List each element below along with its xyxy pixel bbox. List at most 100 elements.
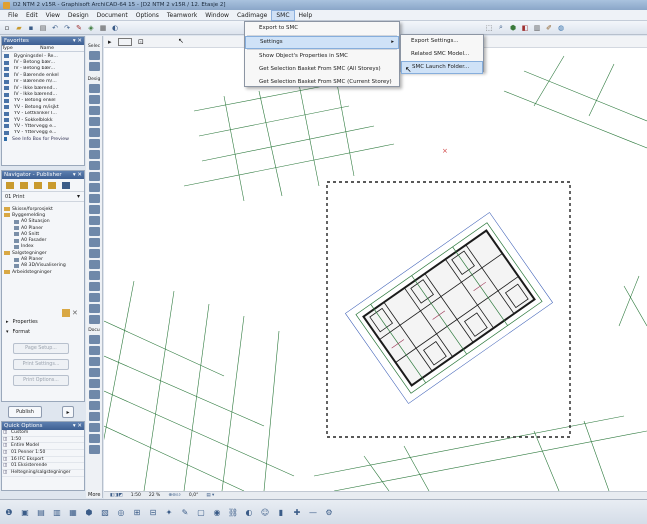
floor-plan-canvas[interactable]: ▸ ⊡ ↖ × xyxy=(104,36,647,491)
layer-combo-icon[interactable]: ▤ ▾ xyxy=(206,492,214,499)
worksheet-view-icon[interactable]: ▦ xyxy=(67,506,79,518)
quick-option-row[interactable]: ◫ Heltegning/salgstegninger xyxy=(2,470,84,477)
text-tool-icon[interactable] xyxy=(88,357,100,366)
navigation-buttons-icon[interactable]: ◧◨◩ xyxy=(110,492,123,499)
project-map-icon[interactable] xyxy=(6,182,14,189)
section-icon[interactable]: ◧ xyxy=(520,23,530,33)
new-folder-icon[interactable] xyxy=(62,309,70,317)
marquee-icon[interactable]: ⬚ xyxy=(484,23,494,33)
menu-item-export-settings[interactable]: Export Settings... xyxy=(401,35,483,48)
marquee-tool-icon[interactable] xyxy=(88,62,100,71)
publish-button[interactable]: Publish xyxy=(8,406,42,418)
interior-elevation-tool-icon[interactable] xyxy=(88,304,100,313)
plus-icon[interactable]: ✚ xyxy=(291,506,303,518)
chevron-down-icon[interactable]: ▾ xyxy=(77,193,84,200)
beam-tool-icon[interactable] xyxy=(88,106,100,115)
hotlink-icon[interactable]: ⛓ xyxy=(227,506,239,518)
mesh-tool-icon[interactable] xyxy=(88,238,100,247)
elevation-view-icon[interactable]: ▥ xyxy=(51,506,63,518)
menu-item-get-basket-current[interactable]: Get Selection Basket From SMC (Current S… xyxy=(245,76,399,89)
zone-tool-icon[interactable] xyxy=(88,150,100,159)
trace-icon[interactable]: ◎ xyxy=(115,506,127,518)
info-icon[interactable]: ❶ xyxy=(3,506,15,518)
menu-item-related-smc-model[interactable]: Related SMC Model... xyxy=(401,48,483,61)
favorites-col-type[interactable]: Type xyxy=(2,45,13,51)
pen-icon[interactable]: ✎ xyxy=(179,506,191,518)
zoom-icon[interactable]: ⌕ xyxy=(496,23,506,33)
view-map-icon[interactable] xyxy=(20,182,28,189)
eye-icon[interactable]: ◉ xyxy=(211,506,223,518)
layout-book-icon[interactable] xyxy=(34,182,42,189)
arc-tool-icon[interactable] xyxy=(88,401,100,410)
level-dimension-tool-icon[interactable] xyxy=(88,346,100,355)
publisher-set-select[interactable]: 01 Print ▾ xyxy=(2,192,84,202)
minus-icon[interactable]: — xyxy=(307,506,319,518)
renovation-filter-icon[interactable]: ◐ xyxy=(243,506,255,518)
polyline-tool-icon[interactable] xyxy=(88,412,100,421)
settings-gear-icon[interactable]: ⚙ xyxy=(323,506,335,518)
pen-icon[interactable]: ✎ xyxy=(74,23,84,33)
brush-icon[interactable]: ✐ xyxy=(544,23,554,33)
elevation-tool-icon[interactable] xyxy=(88,293,100,302)
menu-view[interactable]: View xyxy=(42,10,64,21)
favorites-header[interactable]: Favorites ▾ ✕ xyxy=(2,37,84,45)
slab-tool-icon[interactable] xyxy=(88,161,100,170)
arrow-tool-icon[interactable] xyxy=(88,51,100,60)
lamp-tool-icon[interactable] xyxy=(88,249,100,258)
menu-cadimage[interactable]: Cadimage xyxy=(233,10,271,21)
hotspot-tool-icon[interactable] xyxy=(88,445,100,454)
zoom-display[interactable]: 22 % xyxy=(149,492,160,499)
object-tool-icon[interactable] xyxy=(88,139,100,148)
zoom-buttons-icon[interactable]: ⊕⊖⌕⌕ xyxy=(168,492,181,499)
column-tool-icon[interactable] xyxy=(88,95,100,104)
window-tool-icon[interactable] xyxy=(88,117,100,126)
quick-option-row[interactable]: ◫ Custom xyxy=(2,430,84,437)
line-tool-icon[interactable] xyxy=(88,390,100,399)
suspend-groups-icon[interactable]: ⊟ xyxy=(147,506,159,518)
format-toggle[interactable]: ▾ Format xyxy=(2,327,80,337)
tree-item[interactable]: Arbeidstegninger xyxy=(4,269,82,275)
favorites-col-name[interactable]: Name xyxy=(40,45,54,51)
menu-item-show-properties[interactable]: Show Object's Properties in SMC xyxy=(245,50,399,63)
print-icon[interactable]: ▤ xyxy=(38,23,48,33)
view-3d-icon[interactable]: ⬢ xyxy=(508,23,518,33)
publisher-icon[interactable] xyxy=(48,182,56,189)
group-icon[interactable]: ⊞ xyxy=(131,506,143,518)
print-options-button[interactable]: Print Options... xyxy=(13,375,69,386)
magic-wand-icon[interactable]: ✦ xyxy=(163,506,175,518)
figure-tool-icon[interactable] xyxy=(88,434,100,443)
bar-chart-icon[interactable]: ▮ xyxy=(275,506,287,518)
section-tool-icon[interactable] xyxy=(88,282,100,291)
skylight-tool-icon[interactable] xyxy=(88,205,100,214)
box-select-icon[interactable] xyxy=(118,38,132,46)
arrow-select-icon[interactable]: ▸ xyxy=(108,38,112,46)
layer-icon[interactable]: ◈ xyxy=(86,23,96,33)
open-folder-icon[interactable]: ▰ xyxy=(14,23,24,33)
roof-tool-icon[interactable] xyxy=(88,183,100,192)
lock-icon[interactable]: ▢ xyxy=(195,506,207,518)
dimension-tool-icon[interactable] xyxy=(88,335,100,344)
render-icon[interactable]: ◐ xyxy=(110,23,120,33)
menu-window[interactable]: Window xyxy=(201,10,233,21)
wall-tool-icon[interactable] xyxy=(88,84,100,93)
curtain-wall-tool-icon[interactable] xyxy=(88,216,100,225)
quick-options-header[interactable]: Quick Options ▾ ✕ xyxy=(2,422,84,430)
menu-options[interactable]: Options xyxy=(132,10,163,21)
grid-icon[interactable]: ▦ xyxy=(98,23,108,33)
favorites-footer[interactable]: See Info Box for Preview xyxy=(4,136,82,142)
label-tool-icon[interactable] xyxy=(88,368,100,377)
print-settings-button[interactable]: Print Settings... xyxy=(13,359,69,370)
fill-tool-icon[interactable] xyxy=(88,379,100,388)
snap-icon[interactable]: ⊡ xyxy=(138,38,144,46)
organizer-icon[interactable] xyxy=(62,182,70,189)
cursor-icon[interactable]: ↖ xyxy=(178,37,184,45)
menu-item-smc-launch-folder[interactable]: SMC Launch Folder... xyxy=(401,61,483,74)
save-icon[interactable]: ▪ xyxy=(26,23,36,33)
menu-design[interactable]: Design xyxy=(64,10,93,21)
undo-icon[interactable]: ↶ xyxy=(50,23,60,33)
menu-edit[interactable]: Edit xyxy=(22,10,42,21)
drawing-tool-icon[interactable] xyxy=(88,423,100,432)
shell-tool-icon[interactable] xyxy=(88,194,100,203)
door-tool-icon[interactable] xyxy=(88,128,100,137)
globe-icon[interactable]: ◍ xyxy=(556,23,566,33)
